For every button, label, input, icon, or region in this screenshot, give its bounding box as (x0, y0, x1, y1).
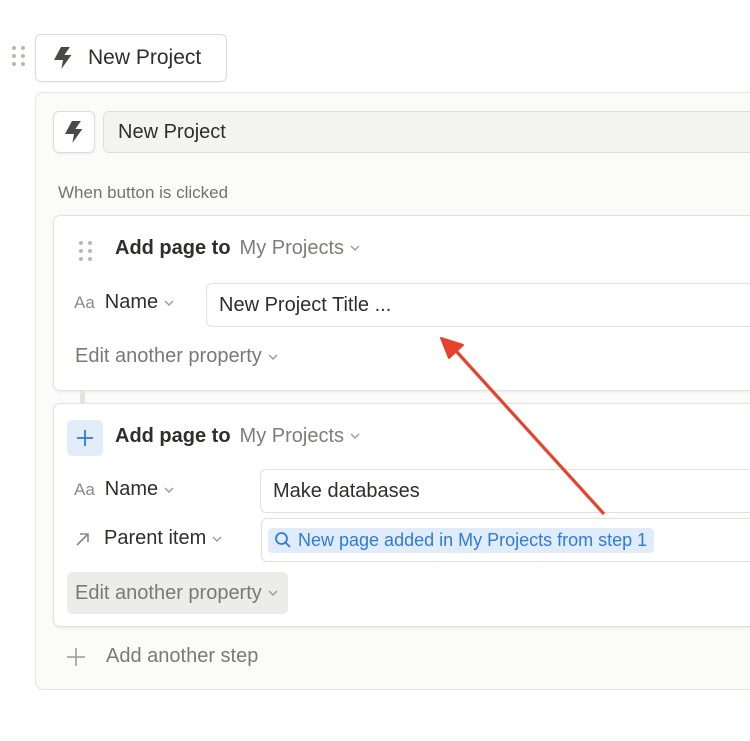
button-label: New Project (88, 46, 202, 69)
new-project-button[interactable]: New Project (35, 34, 227, 82)
drag-handle-icon[interactable] (79, 241, 92, 261)
property-name: Name (104, 478, 159, 500)
chevron-down-icon (350, 243, 360, 253)
property-picker[interactable]: Aa Name (74, 478, 174, 501)
chevron-down-icon (212, 534, 222, 544)
property-name: Parent item (104, 527, 207, 549)
search-icon (275, 532, 291, 548)
step-action-label: Add page to (115, 236, 231, 259)
edit-another-property-label: Edit another property (75, 345, 262, 367)
trigger-label: When button is clicked (58, 183, 229, 202)
relation-chip-label: New page added in My Projects from step … (298, 529, 648, 550)
chevron-down-icon (268, 352, 278, 362)
chevron-down-icon (164, 298, 174, 308)
add-another-step-label: Add another step (106, 645, 259, 667)
lightning-bolt-icon (52, 46, 74, 70)
property-name: Name (104, 291, 159, 313)
edit-another-property-button[interactable]: Edit another property (67, 572, 288, 614)
step-header: Add page to My Projects (115, 404, 360, 468)
database-picker[interactable]: My Projects (240, 237, 360, 260)
relation-chip[interactable]: New page added in My Projects from step … (268, 527, 655, 553)
step-connector (80, 391, 85, 403)
name-value-text: Make databases (273, 479, 420, 502)
add-step-icon-button[interactable] (67, 420, 103, 456)
property-picker[interactable]: Aa Name (74, 291, 174, 314)
step-card: Add page to My Projects Aa Name New Proj… (53, 215, 750, 391)
chevron-down-icon (164, 485, 174, 495)
plus-icon (77, 430, 93, 446)
chevron-down-icon (268, 588, 278, 598)
chevron-down-icon (350, 431, 360, 441)
button-editor-panel: New Project When button is clicked Add p… (35, 92, 750, 690)
drag-handle-icon[interactable] (12, 46, 25, 66)
edit-another-property-button[interactable]: Edit another property (75, 345, 278, 368)
add-another-step-button[interactable]: Add another step (66, 645, 258, 668)
name-value-input[interactable]: Make databases (260, 469, 750, 513)
database-picker[interactable]: My Projects (240, 425, 360, 448)
button-icon-picker[interactable] (53, 111, 95, 153)
step-card: Add page to My Projects Aa Name Make dat… (53, 403, 750, 627)
lightning-bolt-icon (63, 120, 85, 144)
plus-icon (67, 647, 85, 666)
edit-another-property-label: Edit another property (75, 581, 262, 604)
arrow-up-right-icon (74, 530, 92, 548)
database-name: My Projects (239, 424, 345, 447)
button-name-input[interactable]: New Project (103, 111, 750, 153)
text-property-icon: Aa (74, 479, 95, 499)
step-action-label: Add page to (115, 424, 231, 447)
name-value-input[interactable]: New Project Title ... (206, 283, 750, 327)
text-property-icon: Aa (74, 292, 95, 312)
property-picker[interactable]: Parent item (74, 527, 222, 550)
parent-item-value-field[interactable]: New page added in My Projects from step … (261, 518, 750, 562)
database-name: My Projects (239, 236, 345, 259)
step-header: Add page to My Projects (115, 216, 360, 280)
